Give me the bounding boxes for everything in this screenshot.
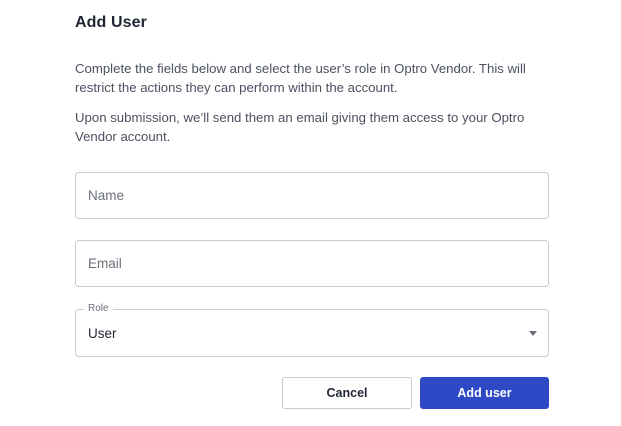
- name-field[interactable]: [75, 172, 549, 219]
- add-user-button[interactable]: Add user: [420, 377, 549, 409]
- caret-down-icon[interactable]: [529, 331, 537, 336]
- email-field[interactable]: [75, 240, 549, 287]
- role-label: Role: [84, 303, 113, 315]
- role-selected-value: User: [88, 326, 117, 341]
- add-user-page: Add User Complete the fields below and s…: [0, 0, 621, 426]
- dialog-description-role: Complete the fields below and select the…: [75, 61, 526, 95]
- cancel-button[interactable]: Cancel: [282, 377, 412, 409]
- dialog-description-email: Upon submission, we’ll send them an emai…: [75, 110, 525, 144]
- role-select[interactable]: Role User: [75, 303, 549, 357]
- email-input[interactable]: [76, 241, 548, 286]
- name-input[interactable]: [76, 173, 548, 218]
- dialog-title: Add User: [75, 14, 147, 31]
